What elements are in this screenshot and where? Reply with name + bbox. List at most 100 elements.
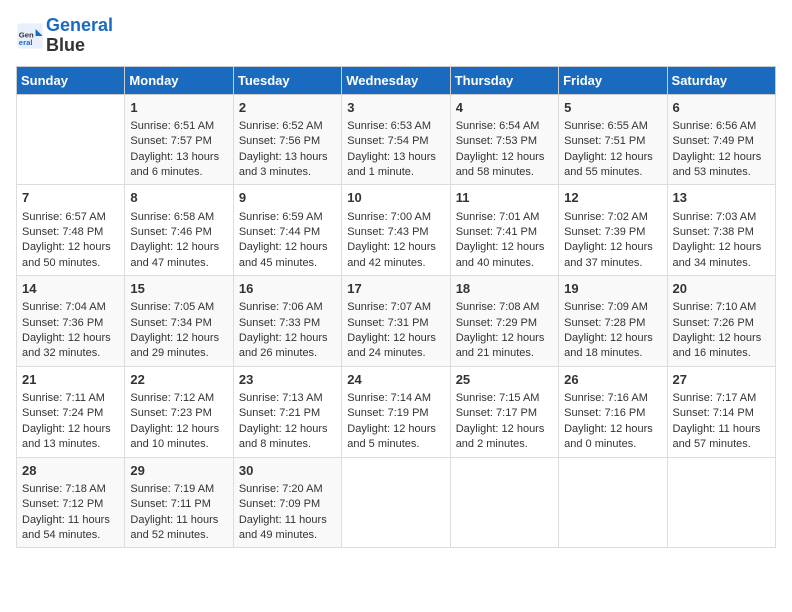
day-info: Daylight: 12 hours	[456, 150, 553, 165]
day-info: Sunset: 7:31 PM	[347, 316, 444, 331]
calendar-cell: 10Sunrise: 7:00 AMSunset: 7:43 PMDayligh…	[342, 185, 450, 276]
day-info: and 21 minutes.	[456, 346, 553, 361]
day-info: Daylight: 12 hours	[347, 422, 444, 437]
calendar-cell: 13Sunrise: 7:03 AMSunset: 7:38 PMDayligh…	[667, 185, 775, 276]
day-info: Sunset: 7:19 PM	[347, 406, 444, 421]
day-number: 7	[22, 189, 119, 207]
day-info: Sunset: 7:49 PM	[673, 134, 770, 149]
day-info: and 1 minute.	[347, 165, 444, 180]
day-info: and 42 minutes.	[347, 256, 444, 271]
day-number: 20	[673, 280, 770, 298]
day-number: 10	[347, 189, 444, 207]
day-info: Sunset: 7:43 PM	[347, 225, 444, 240]
day-number: 26	[564, 371, 661, 389]
day-number: 8	[130, 189, 227, 207]
day-info: Daylight: 12 hours	[564, 331, 661, 346]
calendar-cell: 6Sunrise: 6:56 AMSunset: 7:49 PMDaylight…	[667, 94, 775, 185]
day-info: Daylight: 12 hours	[22, 422, 119, 437]
day-info: and 24 minutes.	[347, 346, 444, 361]
day-info: Sunset: 7:09 PM	[239, 497, 336, 512]
calendar-cell: 25Sunrise: 7:15 AMSunset: 7:17 PMDayligh…	[450, 366, 558, 457]
day-info: Sunset: 7:29 PM	[456, 316, 553, 331]
calendar-cell: 28Sunrise: 7:18 AMSunset: 7:12 PMDayligh…	[17, 457, 125, 548]
day-number: 24	[347, 371, 444, 389]
day-info: Sunrise: 7:13 AM	[239, 391, 336, 406]
day-info: Daylight: 13 hours	[347, 150, 444, 165]
day-number: 5	[564, 99, 661, 117]
day-info: Daylight: 12 hours	[239, 422, 336, 437]
day-info: and 54 minutes.	[22, 528, 119, 543]
calendar-cell: 4Sunrise: 6:54 AMSunset: 7:53 PMDaylight…	[450, 94, 558, 185]
day-info: Sunrise: 7:16 AM	[564, 391, 661, 406]
day-info: and 10 minutes.	[130, 437, 227, 452]
calendar-cell: 9Sunrise: 6:59 AMSunset: 7:44 PMDaylight…	[233, 185, 341, 276]
day-info: Sunset: 7:39 PM	[564, 225, 661, 240]
day-number: 29	[130, 462, 227, 480]
day-number: 30	[239, 462, 336, 480]
day-info: Sunset: 7:53 PM	[456, 134, 553, 149]
day-number: 22	[130, 371, 227, 389]
calendar-cell: 23Sunrise: 7:13 AMSunset: 7:21 PMDayligh…	[233, 366, 341, 457]
day-info: and 57 minutes.	[673, 437, 770, 452]
calendar-cell	[559, 457, 667, 548]
day-info: Sunset: 7:56 PM	[239, 134, 336, 149]
page-header: Gen eral GeneralBlue	[16, 16, 776, 56]
day-info: and 16 minutes.	[673, 346, 770, 361]
day-info: Sunset: 7:28 PM	[564, 316, 661, 331]
day-info: Daylight: 12 hours	[564, 422, 661, 437]
day-info: and 8 minutes.	[239, 437, 336, 452]
day-info: Daylight: 11 hours	[22, 513, 119, 528]
day-info: and 32 minutes.	[22, 346, 119, 361]
calendar-cell: 8Sunrise: 6:58 AMSunset: 7:46 PMDaylight…	[125, 185, 233, 276]
header-saturday: Saturday	[667, 66, 775, 94]
day-info: Sunrise: 7:02 AM	[564, 210, 661, 225]
day-info: Sunrise: 7:08 AM	[456, 300, 553, 315]
calendar-week-row: 21Sunrise: 7:11 AMSunset: 7:24 PMDayligh…	[17, 366, 776, 457]
day-info: and 40 minutes.	[456, 256, 553, 271]
day-info: Daylight: 12 hours	[456, 240, 553, 255]
day-info: and 13 minutes.	[22, 437, 119, 452]
header-sunday: Sunday	[17, 66, 125, 94]
calendar-cell: 2Sunrise: 6:52 AMSunset: 7:56 PMDaylight…	[233, 94, 341, 185]
day-info: Sunrise: 6:59 AM	[239, 210, 336, 225]
calendar-cell: 12Sunrise: 7:02 AMSunset: 7:39 PMDayligh…	[559, 185, 667, 276]
day-info: Daylight: 12 hours	[130, 422, 227, 437]
day-info: Sunrise: 7:17 AM	[673, 391, 770, 406]
day-info: Sunset: 7:26 PM	[673, 316, 770, 331]
calendar-table: SundayMondayTuesdayWednesdayThursdayFrid…	[16, 66, 776, 549]
day-info: and 50 minutes.	[22, 256, 119, 271]
calendar-cell: 15Sunrise: 7:05 AMSunset: 7:34 PMDayligh…	[125, 276, 233, 367]
day-info: and 29 minutes.	[130, 346, 227, 361]
day-info: Sunset: 7:33 PM	[239, 316, 336, 331]
day-info: and 52 minutes.	[130, 528, 227, 543]
day-number: 27	[673, 371, 770, 389]
day-info: Daylight: 13 hours	[130, 150, 227, 165]
day-info: Daylight: 12 hours	[130, 240, 227, 255]
day-info: Sunset: 7:11 PM	[130, 497, 227, 512]
day-info: Daylight: 12 hours	[456, 331, 553, 346]
day-info: Sunset: 7:38 PM	[673, 225, 770, 240]
day-info: Sunrise: 7:14 AM	[347, 391, 444, 406]
day-info: Sunrise: 6:55 AM	[564, 119, 661, 134]
day-info: Sunrise: 7:10 AM	[673, 300, 770, 315]
day-number: 9	[239, 189, 336, 207]
calendar-cell: 18Sunrise: 7:08 AMSunset: 7:29 PMDayligh…	[450, 276, 558, 367]
day-info: and 47 minutes.	[130, 256, 227, 271]
day-number: 23	[239, 371, 336, 389]
day-info: Sunrise: 7:09 AM	[564, 300, 661, 315]
header-monday: Monday	[125, 66, 233, 94]
day-info: and 45 minutes.	[239, 256, 336, 271]
calendar-cell	[342, 457, 450, 548]
calendar-cell: 14Sunrise: 7:04 AMSunset: 7:36 PMDayligh…	[17, 276, 125, 367]
svg-text:eral: eral	[19, 38, 33, 47]
day-info: Sunset: 7:48 PM	[22, 225, 119, 240]
calendar-cell: 21Sunrise: 7:11 AMSunset: 7:24 PMDayligh…	[17, 366, 125, 457]
day-number: 21	[22, 371, 119, 389]
day-info: and 18 minutes.	[564, 346, 661, 361]
calendar-cell	[667, 457, 775, 548]
day-info: and 34 minutes.	[673, 256, 770, 271]
day-info: Sunset: 7:44 PM	[239, 225, 336, 240]
day-info: Daylight: 12 hours	[564, 150, 661, 165]
day-info: Daylight: 12 hours	[564, 240, 661, 255]
day-info: Sunrise: 6:58 AM	[130, 210, 227, 225]
